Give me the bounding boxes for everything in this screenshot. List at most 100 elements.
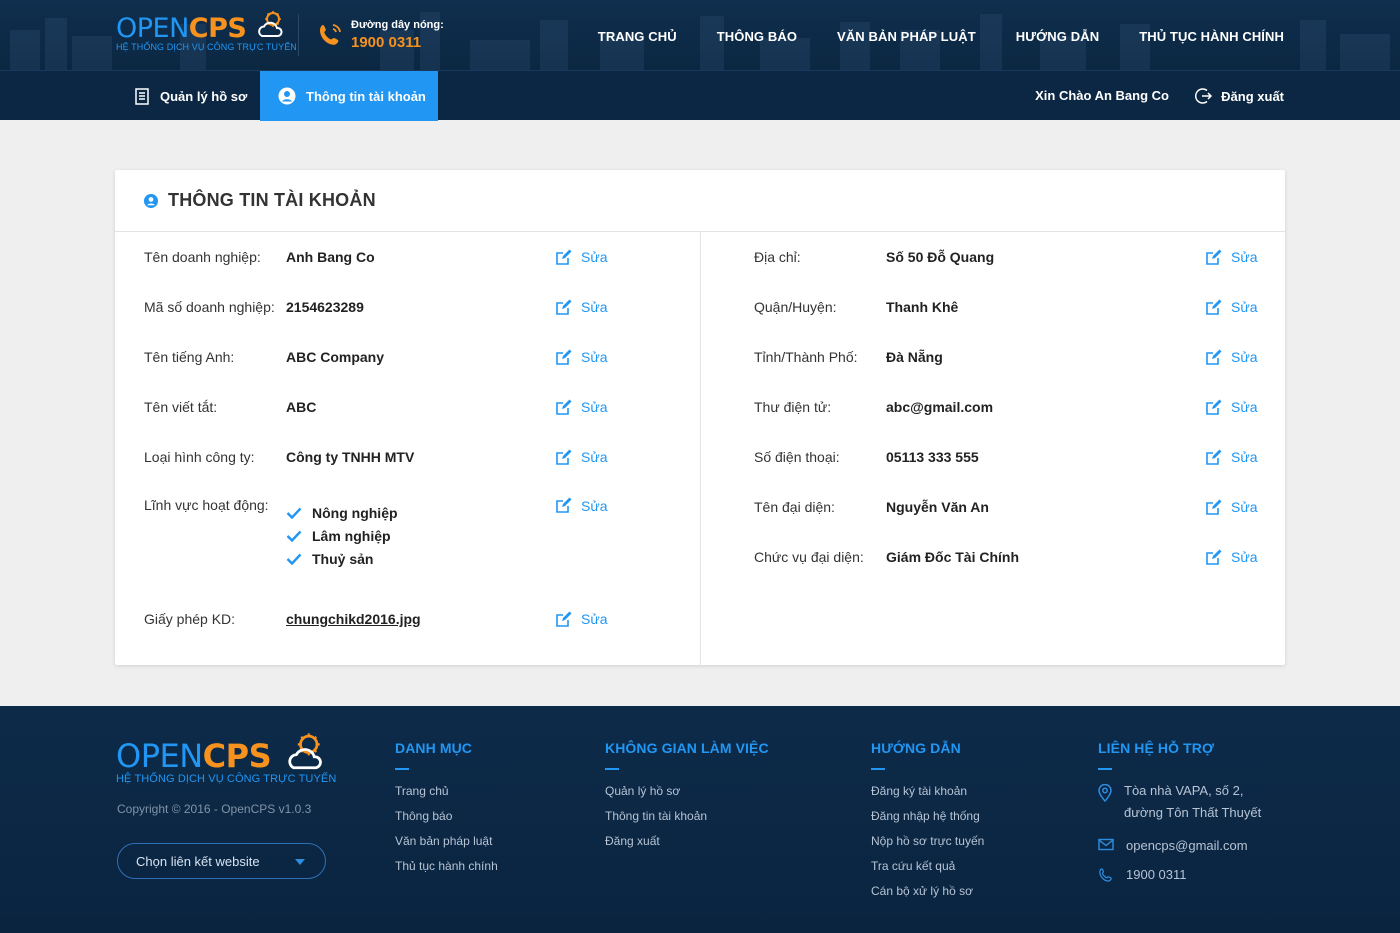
tab-account-info[interactable]: Thông tin tài khoản: [260, 71, 438, 121]
edit-representative-button[interactable]: Sửa: [1205, 499, 1258, 516]
footer-link[interactable]: Đăng nhập hệ thống: [871, 809, 984, 834]
footer-heading: HƯỚNG DẪN: [871, 740, 961, 756]
field-value: Giám Đốc Tài Chính: [886, 549, 1020, 565]
footer-col-categories: DANH MỤC Trang chủ Thông báo Văn bản phá…: [395, 740, 498, 884]
support-phone: 1900 0311: [1098, 867, 1261, 883]
card-header: THÔNG TIN TÀI KHOẢN: [115, 170, 1285, 232]
edit-icon: [1206, 449, 1222, 465]
edit-district-button[interactable]: Sửa: [1205, 299, 1258, 316]
edit-short-name-button[interactable]: Sửa: [555, 399, 608, 416]
field-label: Số điện thoại:: [754, 449, 840, 465]
logo-cps-text: CPS: [188, 13, 247, 44]
edit-rep-position-button[interactable]: Sửa: [1205, 549, 1258, 566]
list-item: Thuỷ sản: [286, 543, 398, 574]
support-phone-number[interactable]: 1900 0311: [1126, 867, 1187, 882]
footer-link[interactable]: Tra cứu kết quả: [871, 859, 984, 884]
footer-link[interactable]: Quản lý hồ sơ: [605, 784, 769, 809]
info-row-tax-code: Mã số doanh nghiệp: 2154623289 Sửa: [144, 282, 624, 332]
edit-label: Sửa: [581, 249, 608, 265]
user-circle-icon: [144, 193, 158, 208]
hotline-number[interactable]: 1900 0311: [351, 34, 444, 51]
info-row-representative: Tên đại diện: Nguyễn Văn An Sửa: [754, 482, 1258, 532]
business-field-value: Lâm nghiệp: [312, 527, 391, 544]
footer-link[interactable]: Thủ tục hành chính: [395, 859, 498, 884]
support-address: Tòa nhà VAPA, số 2, đường Tôn Thất Thuyết: [1098, 783, 1261, 824]
edit-label: Sửa: [581, 497, 608, 514]
edit-license-button[interactable]: Sửa: [555, 611, 608, 628]
field-value: Số 50 Đỗ Quang: [886, 249, 995, 265]
footer-col-support: LIÊN HỆ HỖ TRỢ Tòa nhà VAPA, số 2, đường …: [1098, 740, 1261, 897]
edit-phone-button[interactable]: Sửa: [1205, 449, 1258, 466]
edit-icon: [1206, 499, 1222, 515]
logout-label: Đăng xuất: [1221, 88, 1284, 104]
field-value: Công ty TNHH MTV: [286, 449, 415, 465]
footer-link[interactable]: Trang chủ: [395, 784, 498, 809]
envelope-icon: [1098, 838, 1114, 851]
field-value: Anh Bang Co: [286, 249, 375, 265]
field-value: Thanh Khê: [886, 299, 959, 315]
heading-underline: [871, 768, 885, 770]
footer-logo[interactable]: OPENCPS HỆ THỐNG DỊCH VỤ CÔNG TRỰC TUYẾN: [116, 733, 336, 785]
top-header: OPENCPS HỆ THỐNG DỊCH VỤ CÔNG TRỰC TUYẾN…: [0, 0, 1400, 70]
field-label: Quận/Huyện:: [754, 299, 837, 315]
footer-heading: KHÔNG GIAN LÀM VIỆC: [605, 740, 769, 756]
logo-open-text: OPEN: [116, 13, 189, 44]
edit-icon: [556, 399, 572, 415]
info-row-address: Địa chỉ: Số 50 Đỗ Quang Sửa: [754, 232, 1258, 282]
heading-underline: [1098, 768, 1112, 770]
edit-province-button[interactable]: Sửa: [1205, 349, 1258, 366]
footer-link[interactable]: Đăng ký tài khoản: [871, 784, 984, 809]
website-link-select[interactable]: Chọn liên kết website: [117, 843, 326, 879]
nav-administrative-procedures[interactable]: THỦ TỤC HÀNH CHÍNH: [1139, 29, 1284, 44]
edit-icon: [556, 497, 572, 513]
logo-open-text: OPEN: [116, 737, 203, 775]
user-circle-icon: [278, 87, 296, 105]
field-label: Lĩnh vực hoạt động:: [144, 497, 269, 513]
edit-icon: [556, 249, 572, 265]
footer-link[interactable]: Cán bộ xử lý hồ sơ: [871, 884, 984, 909]
logout-button[interactable]: Đăng xuất: [1195, 71, 1284, 121]
edit-company-name-button[interactable]: Sửa: [555, 249, 608, 266]
support-email-link[interactable]: opencps@gmail.com: [1126, 838, 1248, 853]
heading-underline: [605, 768, 619, 770]
tab-manage-records[interactable]: Quản lý hồ sơ: [116, 71, 265, 121]
nav-legal-documents[interactable]: VĂN BẢN PHÁP LUẬT: [837, 29, 976, 44]
checkmark-icon: [286, 530, 302, 542]
edit-icon: [1206, 399, 1222, 415]
edit-address-button[interactable]: Sửa: [1205, 249, 1258, 266]
edit-icon: [556, 611, 572, 627]
info-row-email: Thư điện tử: abc@gmail.com Sửa: [754, 382, 1258, 432]
nav-guide[interactable]: HƯỚNG DẪN: [1016, 29, 1099, 44]
hotline: Đường dây nóng: 1900 0311: [298, 14, 444, 56]
checkmark-icon: [286, 553, 302, 565]
left-info-column: Tên doanh nghiệp: Anh Bang Co Sửa Mã số …: [144, 232, 624, 644]
edit-tax-code-button[interactable]: Sửa: [555, 299, 608, 316]
field-value: abc@gmail.com: [886, 399, 994, 415]
edit-english-name-button[interactable]: Sửa: [555, 349, 608, 366]
footer-link[interactable]: Nộp hồ sơ trực tuyến: [871, 834, 984, 859]
info-row-province: Tỉnh/Thành Phố: Đà Nẵng Sửa: [754, 332, 1258, 382]
edit-label: Sửa: [1231, 399, 1258, 415]
footer-link[interactable]: Thông báo: [395, 809, 498, 834]
edit-icon: [1206, 299, 1222, 315]
edit-label: Sửa: [1231, 349, 1258, 365]
field-label: Giấy phép KD:: [144, 611, 236, 627]
cloud-gear-icon: [288, 733, 322, 770]
footer-link[interactable]: Văn bản pháp luật: [395, 834, 498, 859]
logout-icon: [1195, 88, 1213, 104]
nav-home[interactable]: TRANG CHỦ: [598, 29, 677, 44]
edit-company-type-button[interactable]: Sửa: [555, 449, 608, 466]
edit-label: Sửa: [581, 399, 608, 415]
edit-business-fields-button[interactable]: Sửa: [555, 497, 608, 514]
logo-cps-text: CPS: [202, 737, 272, 775]
support-email: opencps@gmail.com: [1098, 838, 1261, 853]
footer-link[interactable]: Thông tin tài khoản: [605, 809, 769, 834]
license-file-link[interactable]: chungchikd2016.jpg: [286, 611, 421, 627]
field-label: Tên doanh nghiệp:: [144, 249, 261, 265]
edit-email-button[interactable]: Sửa: [1205, 399, 1258, 416]
field-value: Nguyễn Văn An: [886, 499, 989, 515]
opencps-logo[interactable]: OPENCPS HỆ THỐNG DỊCH VỤ CÔNG TRỰC TUYẾN: [116, 11, 297, 52]
nav-announcements[interactable]: THÔNG BÁO: [717, 29, 797, 44]
footer-heading: LIÊN HỆ HỖ TRỢ: [1098, 740, 1215, 756]
footer-link[interactable]: Đăng xuất: [605, 834, 769, 859]
